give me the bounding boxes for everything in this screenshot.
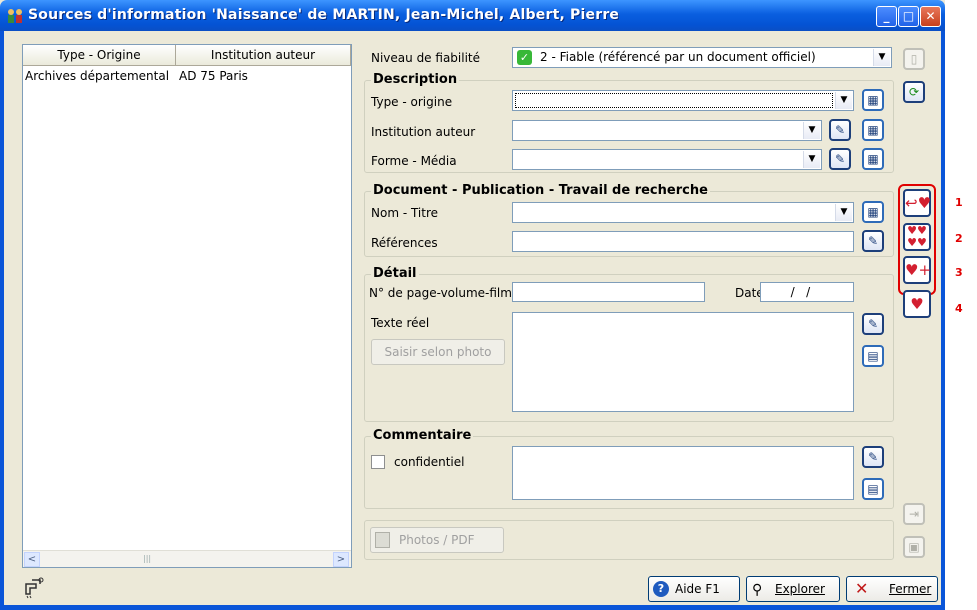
page-volume-input[interactable] (512, 282, 705, 302)
table-icon[interactable]: ▤ (862, 478, 884, 500)
chevron-down-icon[interactable]: ▼ (835, 204, 852, 221)
column-header-institution[interactable]: Institution auteur (176, 45, 351, 66)
date-input[interactable]: / / (760, 282, 854, 302)
description-title: Description (371, 72, 460, 87)
references-input[interactable] (512, 231, 854, 252)
sources-list[interactable]: Type - Origine Institution auteur Archiv… (22, 44, 352, 568)
scroll-thumb-grip: ||| (143, 554, 152, 563)
confidentiel-label: confidentiel (394, 455, 465, 469)
chevron-down-icon[interactable]: ▼ (803, 151, 820, 168)
references-label: Références (371, 236, 438, 250)
institution-select[interactable]: ▼ (512, 120, 822, 141)
calculator-icon[interactable]: ▦ (862, 119, 884, 141)
family-icon (6, 7, 24, 25)
close-button[interactable]: ✕ (920, 6, 941, 27)
list-cell-type[interactable]: Archives départemental (25, 69, 169, 83)
scroll-right-button[interactable]: > (333, 552, 349, 567)
confidentiel-checkbox[interactable] (371, 455, 385, 469)
texte-reel-label: Texte réel (371, 316, 430, 330)
date-value: / / (783, 285, 811, 299)
explorer-label: Explorer (775, 582, 825, 596)
photos-pdf-button[interactable]: Photos / PDF (370, 527, 504, 553)
annotation-number-1: 1 (955, 196, 963, 209)
forme-label: Forme - Média (371, 154, 457, 168)
window-title: Sources d'information 'Naissance' de MAR… (28, 7, 620, 23)
fermer-button[interactable]: ✕ Fermer (846, 576, 938, 602)
heart-link-icon[interactable]: ↩♥ (903, 189, 931, 217)
nom-titre-select[interactable]: ▼ (512, 202, 854, 223)
saisir-selon-photo-button[interactable]: Saisir selon photo (371, 339, 505, 365)
page-icon[interactable]: ▯ (903, 48, 925, 70)
heart-add-icon[interactable]: ♥+ (903, 256, 931, 284)
document-title: Document - Publication - Travail de rech… (371, 183, 710, 198)
title-bar[interactable]: Sources d'information 'Naissance' de MAR… (0, 0, 945, 31)
tap-icon[interactable] (22, 574, 48, 600)
help-icon: ? (653, 581, 669, 597)
minimize-button[interactable]: _ (876, 6, 897, 27)
binoculars-icon: ⚲ (752, 582, 763, 598)
explorer-button[interactable]: ⚲ Explorer (746, 576, 840, 602)
fiabilite-select[interactable]: ✓ 2 - Fiable (référencé par un document … (512, 47, 892, 68)
page-volume-label: N° de page-volume-film (369, 286, 512, 300)
eraser-icon[interactable]: ✎ (829, 148, 851, 170)
detail-title: Détail (371, 266, 419, 281)
chevron-down-icon[interactable]: ▼ (803, 122, 820, 139)
nom-titre-label: Nom - Titre (371, 206, 439, 220)
window-frame-right (941, 31, 945, 610)
hearts-icon[interactable]: ♥♥ ♥♥ (903, 223, 931, 251)
window-frame-bottom (4, 605, 941, 610)
chevron-down-icon[interactable]: ▼ (835, 92, 852, 109)
fermer-label: Fermer (889, 582, 932, 596)
texte-reel-textarea[interactable] (512, 312, 854, 412)
type-origine-select[interactable]: ▼ (512, 90, 854, 111)
save-icon[interactable]: ▣ (903, 536, 925, 558)
type-origine-label: Type - origine (371, 95, 453, 109)
annotation-number-3: 3 (955, 266, 963, 279)
forme-select[interactable]: ▼ (512, 149, 822, 170)
calculator-icon[interactable]: ▦ (862, 201, 884, 223)
import-icon[interactable]: ⇥ (903, 503, 925, 525)
chevron-down-icon[interactable]: ▼ (873, 49, 890, 66)
photos-pdf-label: Photos / PDF (399, 533, 475, 547)
annotation-number-4: 4 (955, 302, 963, 315)
refresh-icon[interactable]: ⟳ (903, 81, 925, 103)
aide-label: Aide F1 (675, 582, 720, 596)
maximize-button[interactable]: □ (898, 6, 919, 27)
aide-button[interactable]: ? Aide F1 (648, 576, 740, 602)
annotation-number-2: 2 (955, 232, 963, 245)
calculator-icon[interactable]: ▦ (862, 89, 884, 111)
list-cell-institution[interactable]: AD 75 Paris (179, 69, 248, 83)
table-icon[interactable]: ▤ (862, 345, 884, 367)
horizontal-scrollbar[interactable]: < ||| > (23, 550, 351, 567)
eraser-icon[interactable]: ✎ (862, 313, 884, 335)
fiabilite-value: 2 - Fiable (référencé par un document of… (540, 50, 816, 64)
eraser-icon[interactable]: ✎ (862, 446, 884, 468)
institution-label: Institution auteur (371, 125, 476, 139)
eraser-icon[interactable]: ✎ (829, 119, 851, 141)
check-icon: ✓ (517, 50, 532, 65)
fiabilite-label: Niveau de fiabilité (371, 51, 481, 65)
focus-outline (515, 93, 833, 108)
commentaire-textarea[interactable] (512, 446, 854, 500)
close-x-icon: ✕ (855, 579, 869, 598)
calculator-icon[interactable]: ▦ (862, 148, 884, 170)
eraser-icon[interactable]: ✎ (862, 230, 884, 252)
scroll-left-button[interactable]: < (24, 552, 40, 567)
heart-icon[interactable]: ♥ (903, 290, 931, 318)
window: Sources d'information 'Naissance' de MAR… (0, 0, 945, 610)
commentaire-title: Commentaire (371, 428, 474, 443)
photo-icon (375, 532, 390, 548)
column-header-type-origine[interactable]: Type - Origine (23, 45, 176, 66)
